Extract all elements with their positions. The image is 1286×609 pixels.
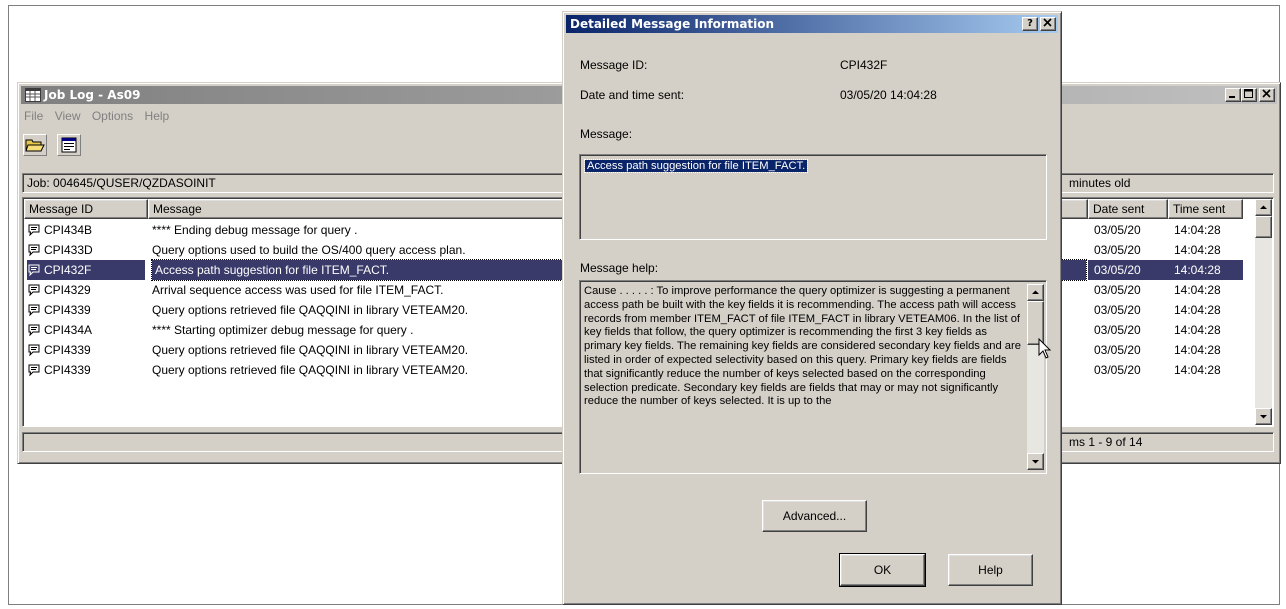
cell-date-sent: 03/05/20 xyxy=(1094,303,1141,317)
maximize-button[interactable] xyxy=(1241,88,1257,102)
message-help-box[interactable]: Cause . . . . . : To improve performance… xyxy=(579,280,1047,474)
dialog-help-button[interactable]: ? xyxy=(1022,17,1038,31)
scroll-up-button[interactable] xyxy=(1255,199,1272,216)
message-id-text: CPI434A xyxy=(44,323,93,337)
cell-time-sent: 14:04:28 xyxy=(1168,260,1243,280)
cell-date-sent: 03/05/20 xyxy=(1094,343,1141,357)
message-id-text: CPI432F xyxy=(44,263,92,277)
cell-date-sent: 03/05/20 xyxy=(1094,243,1141,257)
message-id-text: CPI4339 xyxy=(44,303,91,317)
date-sent-value: 03/05/20 14:04:28 xyxy=(840,88,937,102)
cell-time-sent: 14:04:28 xyxy=(1174,303,1221,317)
minimize-icon xyxy=(1229,96,1235,98)
cell-time-sent: 14:04:28 xyxy=(1174,223,1221,237)
dialog-titlebar[interactable]: Detailed Message Information ? xyxy=(566,15,1058,33)
properties-button[interactable] xyxy=(57,134,81,156)
cell-message-id: CPI4339 xyxy=(27,340,145,360)
status-text: ms 1 - 9 of 14 xyxy=(1069,435,1143,449)
dialog-close-button[interactable] xyxy=(1040,17,1056,31)
cell-time-sent: 14:04:28 xyxy=(1174,323,1221,337)
message-bubble-icon xyxy=(27,362,41,377)
help-scroll-up-button[interactable] xyxy=(1027,284,1044,301)
cell-message-id: CPI4339 xyxy=(27,360,145,380)
menu-view[interactable]: View xyxy=(55,109,81,123)
arrow-down-icon xyxy=(1032,460,1039,464)
message-bubble-icon xyxy=(27,242,41,257)
cell-date-sent: 03/05/20 xyxy=(1088,260,1168,280)
cell-time-sent: 14:04:28 xyxy=(1174,363,1221,377)
ok-button[interactable]: OK xyxy=(839,553,926,587)
column-header-time-sent[interactable]: Time sent xyxy=(1168,199,1243,219)
scroll-down-button[interactable] xyxy=(1255,408,1272,425)
message-bubble-icon xyxy=(27,282,41,297)
question-icon: ? xyxy=(1027,18,1033,29)
message-id-text: CPI434B xyxy=(44,223,93,237)
message-id-text: CPI4339 xyxy=(44,363,91,377)
help-scrollbar[interactable] xyxy=(1027,284,1044,470)
message-list-scrollbar[interactable] xyxy=(1255,199,1272,425)
message-label: Message: xyxy=(580,127,633,141)
message-bubble-icon xyxy=(27,222,41,237)
column-header-date-sent[interactable]: Date sent xyxy=(1088,199,1168,219)
scroll-thumb[interactable] xyxy=(1255,216,1272,238)
message-id-text: CPI433D xyxy=(44,243,93,257)
cell-message-id: CPI434B xyxy=(27,220,145,240)
menu-help[interactable]: Help xyxy=(145,109,170,123)
cell-message-id: CPI4329 xyxy=(27,280,145,300)
message-id-label: Message ID: xyxy=(580,58,648,72)
open-folder-button[interactable] xyxy=(23,134,47,156)
job-log-app-icon xyxy=(25,88,41,102)
cell-message-id: CPI434A xyxy=(27,320,145,340)
column-header-message-id[interactable]: Message ID xyxy=(24,199,148,219)
message-bubble-icon xyxy=(27,342,41,357)
arrow-down-icon xyxy=(1260,415,1267,419)
menu-file[interactable]: File xyxy=(24,109,43,123)
cell-time-sent: 14:04:28 xyxy=(1174,243,1221,257)
message-help-text: Cause . . . . . : To improve performance… xyxy=(584,285,1021,408)
dialog-title: Detailed Message Information xyxy=(570,17,775,31)
close-button[interactable] xyxy=(1259,88,1275,102)
job-label: Job: 004645/QUSER/QZDASOINIT xyxy=(27,176,216,190)
cell-message-id: CPI4339 xyxy=(27,300,145,320)
message-bubble-icon xyxy=(27,262,41,277)
job-log-title: Job Log - As09 xyxy=(44,88,141,102)
cell-time-sent: 14:04:28 xyxy=(1174,343,1221,357)
date-sent-label: Date and time sent: xyxy=(580,88,685,102)
arrow-up-icon xyxy=(1260,205,1267,209)
advanced-button[interactable]: Advanced... xyxy=(762,500,867,532)
cell-date-sent: 03/05/20 xyxy=(1094,223,1141,237)
message-text: Access path suggestion for file ITEM_FAC… xyxy=(583,159,809,173)
cell-message-id: CPI433D xyxy=(27,240,145,260)
message-text-box[interactable]: Access path suggestion for file ITEM_FAC… xyxy=(579,154,1047,240)
message-id-text: CPI4329 xyxy=(44,283,91,297)
message-id-text: CPI4339 xyxy=(44,343,91,357)
minimize-button[interactable] xyxy=(1225,88,1241,102)
message-bubble-icon xyxy=(27,322,41,337)
help-button[interactable]: Help xyxy=(948,554,1033,586)
mouse-cursor-icon xyxy=(1038,338,1052,359)
close-icon xyxy=(1043,18,1052,27)
message-bubble-icon xyxy=(27,302,41,317)
cell-date-sent: 03/05/20 xyxy=(1094,323,1141,337)
maximize-icon xyxy=(1244,89,1253,98)
cell-date-sent: 03/05/20 xyxy=(1094,283,1141,297)
cell-message-id: CPI432F xyxy=(27,260,145,280)
close-icon xyxy=(1262,89,1271,98)
cell-date-sent: 03/05/20 xyxy=(1094,363,1141,377)
menu-bar: File View Options Help xyxy=(24,109,177,123)
arrow-up-icon xyxy=(1032,290,1039,294)
properties-icon xyxy=(61,137,77,153)
message-id-value: CPI432F xyxy=(840,58,888,72)
folder-open-icon xyxy=(25,139,45,152)
detailed-message-dialog: Detailed Message Information ? Message I… xyxy=(562,11,1062,605)
message-help-label: Message help: xyxy=(580,261,659,275)
cell-time-sent: 14:04:28 xyxy=(1174,283,1221,297)
help-scroll-down-button[interactable] xyxy=(1027,453,1044,470)
job-age-text: minutes old xyxy=(1069,176,1131,190)
menu-options[interactable]: Options xyxy=(92,109,133,123)
